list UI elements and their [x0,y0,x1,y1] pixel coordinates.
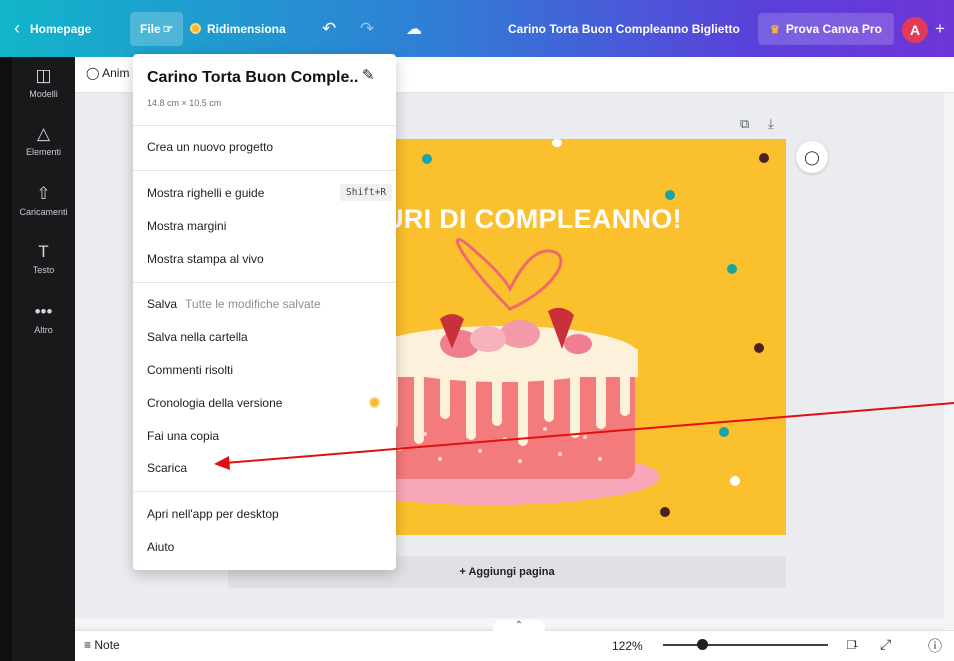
cake-illustration [380,238,660,505]
shortcut-badge: Shift+R [340,184,393,201]
sidebar-item-label: Elementi [25,147,61,157]
design-size: 14.8 cm × 10.5 cm [147,98,222,108]
menu-divider [133,170,396,171]
undo-icon[interactable]: ↶ [322,0,336,57]
page-number: 1 [853,639,859,649]
try-pro-button[interactable]: ♛ Prova Canva Pro [758,13,894,45]
duplicate-page-icon[interactable]: ⧉ [740,116,749,132]
sidebar-item-label: Modelli [29,89,58,99]
menu-divider [133,125,396,126]
notes-icon: ≡ [84,638,92,652]
add-page-icon[interactable]: ⤓ [768,116,774,132]
animate-button[interactable]: ◯ Anim [86,66,129,80]
pencil-icon[interactable]: ✎ [362,66,375,84]
more-icon: ••• [34,302,53,321]
sidebar-item-modelli[interactable]: ◫ Modelli [12,66,75,99]
decor-dot [759,153,769,163]
crown-icon: ♛ [770,23,780,36]
add-comment-icon[interactable]: ◯ [796,141,828,173]
save-status: Tutte le modifiche salvate [185,297,321,311]
resize-label: Ridimensiona [207,21,286,36]
vertical-scrollbar[interactable] [944,93,954,630]
macaron [470,326,506,352]
decor-dot [754,343,764,353]
help-icon[interactable]: ⓘ [928,636,942,656]
decor-dot [422,154,432,164]
menu-item-margins[interactable]: Mostra margini [147,219,226,233]
frosting-band [380,349,638,377]
menu-item-make-copy[interactable]: Fai una copia [147,429,219,443]
sidebar-item-altro[interactable]: ••• Altro [12,302,75,335]
canvas-headline[interactable]: URI DI COMPLEANNO! [384,204,682,235]
resize-button[interactable]: Ridimensiona [190,0,286,57]
menu-item-desktop-app[interactable]: Apri nell'app per desktop [147,507,279,521]
decor-dot [730,476,740,486]
homepage-button[interactable]: ‹ Homepage [14,0,91,57]
macaron [564,334,592,354]
sidebar-item-label: Testo [32,265,55,275]
menu-item-bleed[interactable]: Mostra stampa al vivo [147,252,264,266]
menu-item-resolved-comments[interactable]: Commenti risolti [147,363,233,377]
design-title[interactable]: Carino Torta Buon Compleanno Biglietto [508,0,740,57]
menu-item-new-project[interactable]: Crea un nuovo progetto [147,140,273,154]
sidebar-item-elementi[interactable]: △ Elementi [12,124,75,157]
animate-label: Anim [102,66,130,80]
decor-dot [660,507,670,517]
cloud-saved-icon[interactable]: ☁ [406,0,422,57]
menu-item-save[interactable]: Salva Tutte le modifiche salvate [147,297,321,311]
layout-icon: ◫ [35,66,52,85]
decor-dot [552,139,562,147]
chevron-up-icon[interactable]: ⌃ [493,620,545,634]
notes-button[interactable]: ≡ Note [84,638,120,652]
heart-topper [456,238,563,311]
menu-divider [133,282,396,283]
animate-icon: ◯ [86,66,100,80]
pro-crown-icon [369,397,380,408]
fullscreen-icon[interactable]: ⤢ [880,636,891,653]
cursor-hand-icon: ☞ [162,22,174,36]
notes-label: Note [94,638,120,652]
pro-crown-icon [190,23,201,34]
upload-icon: ⇧ [36,184,51,203]
menu-item-version-history[interactable]: Cronologia della versione [147,396,282,410]
homepage-label: Homepage [30,21,92,36]
macaron [500,320,540,348]
shapes-icon: △ [36,124,51,143]
sidebar-item-testo[interactable]: T Testo [12,242,75,275]
save-label: Salva [147,297,178,311]
redo-icon[interactable]: ↷ [360,0,374,57]
menu-item-save-folder[interactable]: Salva nella cartella [147,330,248,344]
sidebar-item-label: Caricamenti [19,207,68,217]
sidebar-item-label: Altro [34,325,53,335]
file-label: File [140,22,161,36]
text-icon: T [38,242,49,261]
menu-item-download[interactable]: Scarica [147,461,187,475]
menu-item-help[interactable]: Aiuto [147,540,174,554]
try-pro-label: Prova Canva Pro [785,22,882,36]
menu-design-title[interactable]: Carino Torta Buon Comple.. [147,69,358,87]
share-plus-icon[interactable]: + [935,0,945,57]
menu-divider [133,491,396,492]
menu-item-rulers[interactable]: Mostra righelli e guide [147,186,264,200]
decor-dot [719,427,729,437]
sidebar-item-caricamenti[interactable]: ⇧ Caricamenti [12,184,75,217]
file-menu-button[interactable]: File ☞ [130,12,184,46]
zoom-slider-handle[interactable] [697,639,708,650]
sidebar-edge [0,57,12,661]
avatar[interactable]: A [902,17,928,43]
decor-dot [727,264,737,274]
chevron-left-icon: ‹ [14,18,20,38]
decor-dot [665,190,675,200]
zoom-slider-track[interactable] [663,644,828,646]
zoom-level[interactable]: 122% [612,639,643,653]
file-dropdown-menu: Carino Torta Buon Comple.. ✎ 14.8 cm × 1… [133,54,396,570]
